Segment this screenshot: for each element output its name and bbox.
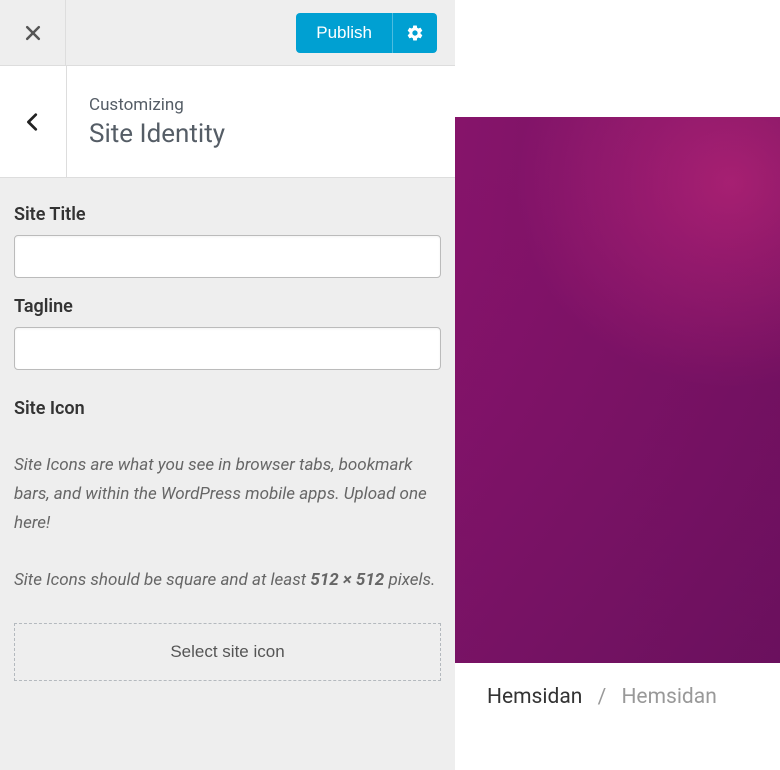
tagline-input[interactable] — [14, 327, 441, 370]
publish-button[interactable]: Publish — [296, 13, 437, 53]
tagline-label: Tagline — [14, 296, 441, 317]
chevron-left-icon — [22, 111, 44, 133]
site-icon-label: Site Icon — [14, 398, 441, 419]
breadcrumb-home[interactable]: Hemsidan — [487, 685, 582, 709]
publish-label: Publish — [296, 13, 393, 53]
hero-image — [455, 117, 780, 663]
publish-settings[interactable] — [393, 24, 437, 42]
breadcrumb: Hemsidan / Hemsidan — [455, 663, 780, 709]
site-title-input[interactable] — [14, 235, 441, 278]
gear-icon — [406, 24, 424, 42]
section-title: Site Identity — [89, 119, 225, 149]
site-preview: Hemsidan / Hemsidan — [455, 0, 780, 770]
site-title-label: Site Title — [14, 204, 441, 225]
section-header: Customizing Site Identity — [0, 66, 455, 178]
site-icon-description: Site Icons are what you see in browser t… — [14, 451, 441, 538]
back-button[interactable] — [0, 66, 67, 177]
site-icon-requirements: Site Icons should be square and at least… — [14, 566, 441, 595]
select-site-icon-button[interactable]: Select site icon — [14, 623, 441, 681]
customizer-topbar: Publish — [0, 0, 455, 66]
close-button[interactable] — [0, 0, 66, 66]
breadcrumb-separator: / — [598, 685, 607, 709]
section-supertitle: Customizing — [89, 95, 225, 115]
breadcrumb-current: Hemsidan — [621, 685, 716, 709]
close-icon — [23, 23, 43, 43]
